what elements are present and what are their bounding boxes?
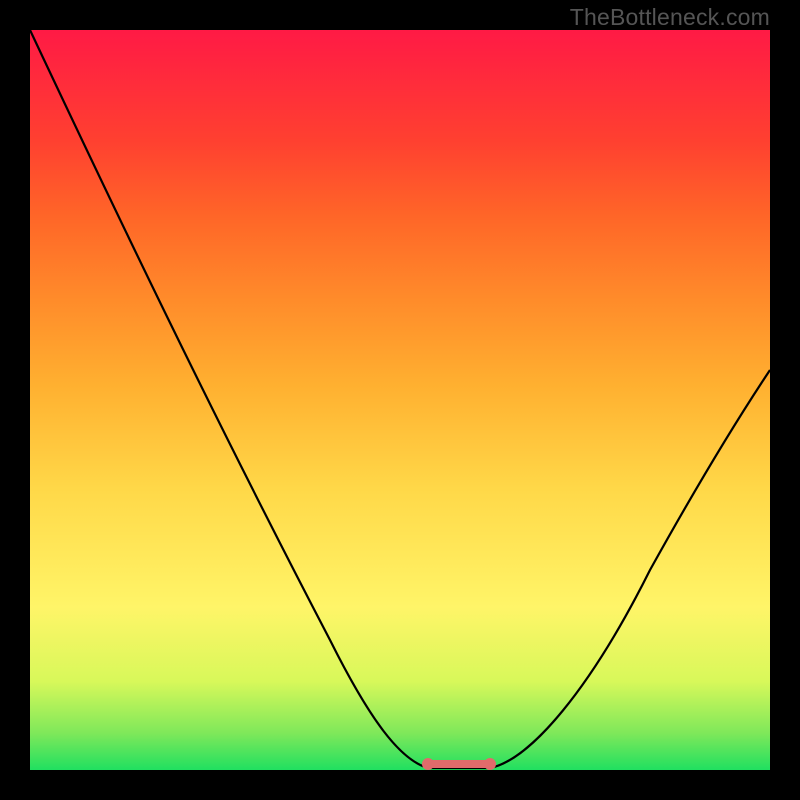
bottleneck-curve [30,30,770,770]
chart-frame: TheBottleneck.com [0,0,800,800]
plot-area [30,30,770,770]
optimal-range-marker [426,760,492,768]
watermark-text: TheBottleneck.com [570,4,770,31]
